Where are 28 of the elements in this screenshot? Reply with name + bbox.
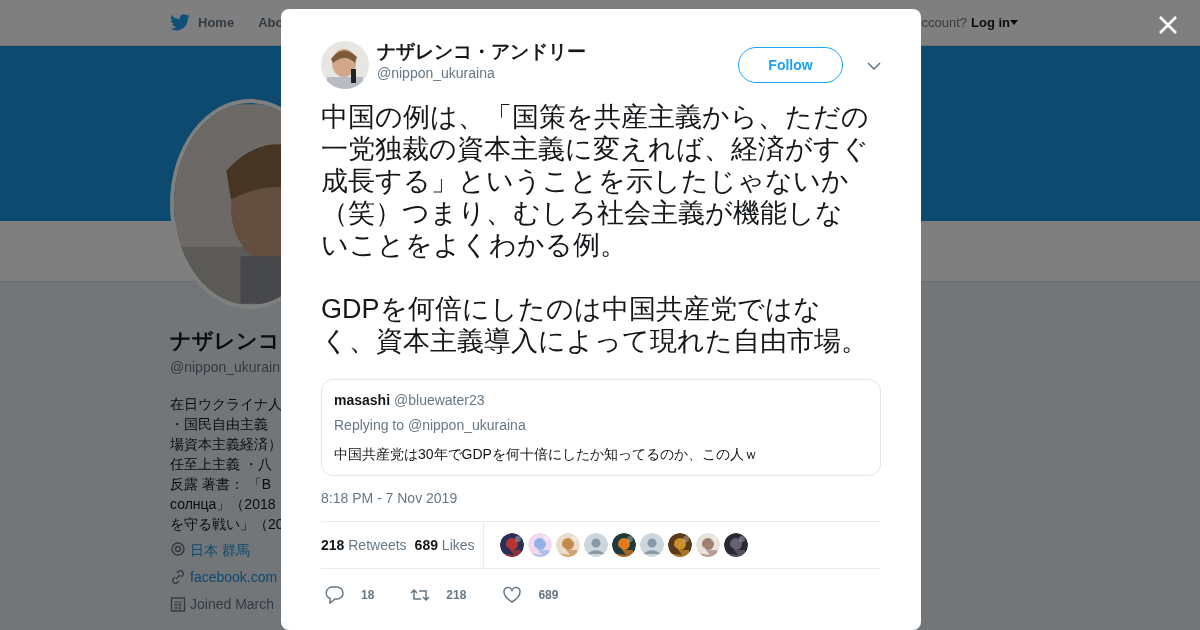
tweet-text: GDPを何倍にしたのは中国共産党ではなく、資本主義導入によって現れた自由市場。 [321,293,869,357]
quoted-tweet[interactable]: masashi @bluewater23 Replying to @nippon_ukuraina 中国共産党は30年でGDPを何十倍にしたか知ってるのか、この人ｗ [321,379,881,476]
login-link[interactable]: Log in [971,12,1018,33]
nav-link[interactable]: Home [198,12,235,33]
stat-link[interactable]: 689 Likes [414,534,475,556]
quoted-author-handle: @bluewater23 [394,391,485,410]
quoted-author-name: masashi [334,391,391,410]
tweet-text: 中国の例は、「国策を共産主義から、ただの一党独裁の資本主義に変えれば、経済がすぐ成長する」ということを示したじゃないか（笑）つまり、むしろ社会主義が機能しないことをよくわかる例。 [321,101,869,261]
profile-name: ナザレンコ [170,328,280,354]
follow-button[interactable]: Follow [738,47,843,83]
bio-line: 場資本主義経済） [170,434,282,454]
bio-line: солнца」（2018 [170,494,276,514]
bio-line: 反露 著書： 「В [170,474,272,494]
quoted-text: 中国共産党は30年でGDPを何十倍にしたか知ってるのか、この人ｗ [334,445,759,464]
profile-handle: @nippon_ukurain [170,357,280,377]
timestamp: 8:18 PM - 7 Nov 2019 [321,489,459,508]
reply-button[interactable]: 18 [325,585,375,604]
stat-link[interactable]: 218 Retweets [321,534,407,556]
joined-date: Joined March [190,594,275,614]
like-button[interactable]: 689 [502,585,559,604]
account-prompt: ccount? [921,13,967,32]
reply-context: Replying to @nippon_ukuraina [334,416,527,435]
bio-line: 任至上主義 ・八 [170,454,272,474]
bio-line: ・国民自由主義 [170,414,268,434]
bio-line: 在日ウクライナ人 [170,394,282,414]
retweet-button[interactable]: 218 [410,585,467,604]
author-name: ナザレンコ・アンドリー [377,40,586,63]
author-handle: @nippon_ukuraina [377,63,496,83]
